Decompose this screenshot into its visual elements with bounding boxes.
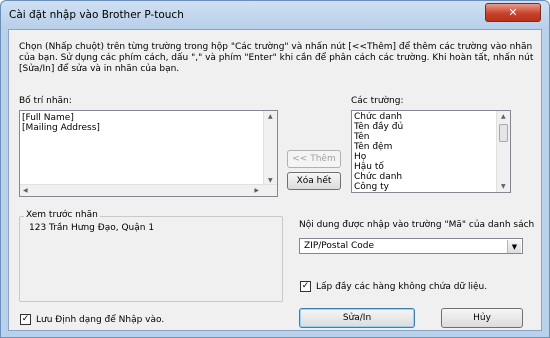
code-field-dropdown[interactable]: ZIP/Postal Code ▼ xyxy=(299,238,523,254)
scroll-thumb[interactable] xyxy=(499,124,508,142)
preview-caption: Xem trước nhãn xyxy=(24,210,100,220)
scroll-up-icon[interactable]: ▲ xyxy=(501,113,506,120)
field-item[interactable]: Hậu tố xyxy=(352,162,510,172)
scroll-right-icon[interactable]: ▶ xyxy=(254,187,259,194)
fields-vertical-scrollbar[interactable]: ▲ ▼ xyxy=(496,111,510,192)
fields-label: Các trường: xyxy=(351,96,404,106)
scroll-left-icon[interactable]: ◀ xyxy=(23,187,28,194)
fill-empty-rows-label[interactable]: Lấp đầy các hàng không chứa dữ liệu. xyxy=(316,282,487,292)
field-item[interactable]: Chức danh xyxy=(352,172,510,182)
layout-vertical-scrollbar[interactable]: ▲ ▼ xyxy=(263,111,277,186)
cancel-button[interactable]: Hủy xyxy=(441,308,523,328)
edit-print-button[interactable]: Sửa/In xyxy=(299,308,415,328)
layout-line: [Mailing Address] xyxy=(22,123,100,133)
layout-label: Bố trí nhãn: xyxy=(19,96,72,106)
dialog-window: Cài đặt nhập vào Brother P-touch ✕ Chọn … xyxy=(0,0,550,338)
instructions-text: Chọn (Nhấp chuột) trên từng trường trong… xyxy=(19,42,534,74)
field-item[interactable]: Chức danh xyxy=(352,112,510,122)
save-format-label[interactable]: Lưu Định dạng để Nhập vào. xyxy=(36,315,164,325)
field-item[interactable]: Tên đầy đủ xyxy=(352,122,510,132)
preview-text: 123 Trần Hưng Đạo, Quận 1 xyxy=(29,223,155,233)
code-field-value: ZIP/Postal Code xyxy=(304,241,375,251)
layout-line: [Full Name] xyxy=(22,113,74,123)
layout-textbox[interactable]: [Full Name] [Mailing Address] ▲ ▼ ◀ ▶ xyxy=(19,110,278,197)
save-format-checkbox[interactable]: ✓ xyxy=(20,314,31,325)
scroll-down-icon[interactable]: ▼ xyxy=(268,177,273,184)
field-item[interactable]: Tên đệm xyxy=(352,142,510,152)
layout-horizontal-scrollbar[interactable]: ◀ ▶ xyxy=(20,184,277,196)
field-item[interactable]: Tên xyxy=(352,132,510,142)
scroll-up-icon[interactable]: ▲ xyxy=(268,113,273,120)
clear-all-button[interactable]: Xóa hết xyxy=(287,172,341,190)
close-icon: ✕ xyxy=(508,6,518,19)
checkmark-icon: ✓ xyxy=(21,314,30,324)
window-title: Cài đặt nhập vào Brother P-touch xyxy=(9,9,184,21)
scroll-down-icon[interactable]: ▼ xyxy=(501,183,506,190)
fill-empty-rows-checkbox[interactable]: ✓ xyxy=(300,281,311,292)
chevron-down-icon[interactable]: ▼ xyxy=(507,240,521,253)
field-item[interactable]: Công ty xyxy=(352,182,510,192)
close-button[interactable]: ✕ xyxy=(485,3,541,22)
code-field-label: Nội dung được nhập vào trường "Mã" của d… xyxy=(299,220,535,230)
checkmark-icon: ✓ xyxy=(301,281,310,291)
dialog-body: Chọn (Nhấp chuột) trên từng trường trong… xyxy=(8,29,542,331)
title-bar[interactable]: Cài đặt nhập vào Brother P-touch ✕ xyxy=(1,1,549,29)
add-field-button[interactable]: << Thêm xyxy=(287,150,341,168)
field-item[interactable]: Họ xyxy=(352,152,510,162)
fields-listbox[interactable]: Chức danh Tên đầy đủ Tên Tên đệm Họ Hậu … xyxy=(351,110,511,193)
